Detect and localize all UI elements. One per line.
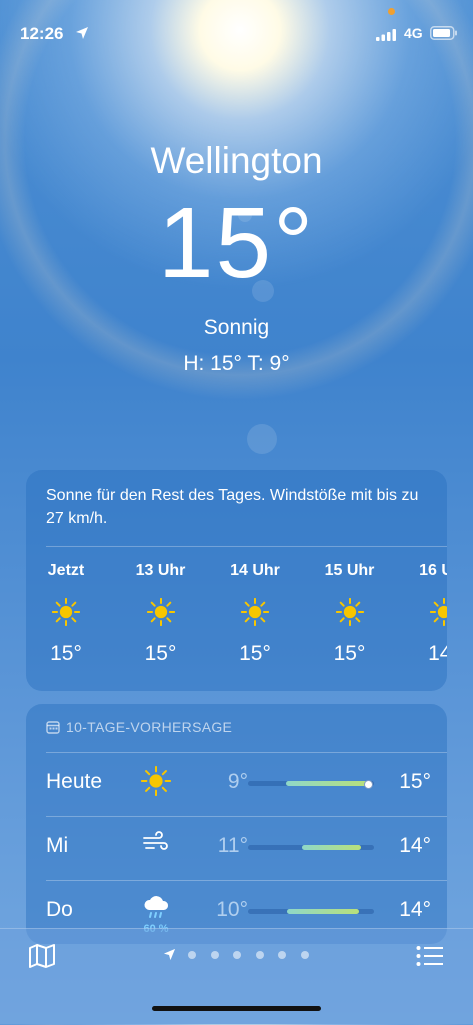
hour-temperature: 15° bbox=[50, 642, 82, 665]
temperature-range-fill bbox=[287, 909, 359, 914]
sun-icon bbox=[404, 597, 447, 627]
hourly-item: 16 Uhr 14° bbox=[404, 562, 447, 666]
page-dot[interactable] bbox=[188, 951, 196, 959]
temperature-range-bar bbox=[248, 780, 374, 789]
city-list-icon[interactable] bbox=[416, 945, 444, 972]
high-low-temperature: H: 15° T: 9° bbox=[183, 352, 290, 375]
hourly-item: 15 Uhr 15° bbox=[310, 562, 390, 666]
network-type: 4G bbox=[404, 25, 423, 41]
hourly-forecast-card[interactable]: Sonne für den Rest des Tages. Windstöße … bbox=[26, 470, 447, 691]
day-high-temp: 14° bbox=[399, 834, 431, 857]
temperature-range-bar bbox=[248, 909, 374, 914]
hourly-item: 14 Uhr 15° bbox=[215, 562, 295, 666]
calendar-icon bbox=[46, 721, 60, 734]
hour-label: 14 Uhr bbox=[230, 562, 280, 579]
home-indicator[interactable] bbox=[152, 1006, 321, 1011]
current-temperature: 15° bbox=[157, 187, 316, 299]
temperature-range-bar bbox=[248, 845, 374, 850]
page-dot[interactable] bbox=[278, 951, 287, 959]
day-low-temp: 9° bbox=[227, 770, 248, 793]
hour-temperature: 14° bbox=[428, 642, 447, 665]
status-bar: 12:26 4G bbox=[0, 8, 473, 48]
sun-icon bbox=[26, 597, 106, 627]
day-high-temp: 15° bbox=[399, 770, 431, 793]
day-label: Mi bbox=[46, 834, 69, 857]
temperature-range-fill bbox=[285, 781, 369, 786]
page-dot[interactable] bbox=[233, 951, 242, 959]
hour-temperature: 15° bbox=[333, 642, 366, 665]
day-label: Heute bbox=[46, 770, 103, 793]
battery-icon bbox=[430, 26, 458, 45]
hour-label: 13 Uhr bbox=[135, 562, 186, 579]
temperature-range-fill bbox=[302, 845, 362, 850]
wind-icon bbox=[140, 830, 172, 859]
location-indicator-dot bbox=[388, 8, 395, 15]
current-location-icon[interactable] bbox=[163, 948, 176, 966]
sun-icon bbox=[121, 597, 201, 627]
hour-label: 15 Uhr bbox=[324, 562, 375, 579]
divider bbox=[46, 546, 447, 547]
hour-temperature: 15° bbox=[239, 642, 271, 665]
current-condition: Sonnig bbox=[203, 316, 270, 339]
cellular-signal-icon bbox=[376, 28, 398, 46]
daily-forecast-card[interactable]: 10-TAGE-VORHERSAGE Heute 9° 15° Mi 11° 14… bbox=[26, 704, 447, 944]
day-low-temp: 10° bbox=[216, 898, 248, 921]
sun-icon bbox=[140, 765, 172, 801]
daily-forecast-header: 10-TAGE-VORHERSAGE bbox=[46, 719, 232, 735]
page-dot[interactable] bbox=[210, 951, 219, 959]
sun-icon bbox=[310, 597, 390, 627]
current-temp-marker bbox=[363, 780, 373, 789]
daily-forecast-title: 10-TAGE-VORHERSAGE bbox=[66, 719, 233, 735]
hourly-item: 13 Uhr 15° bbox=[121, 562, 201, 666]
forecast-summary: Sonne für den Rest des Tages. Windstöße … bbox=[46, 487, 419, 527]
hour-label: 16 Uhr bbox=[419, 562, 447, 579]
hour-label: Jetzt bbox=[47, 562, 85, 579]
day-row[interactable]: Heute 9° 15° bbox=[26, 752, 447, 814]
map-icon[interactable] bbox=[28, 943, 56, 974]
hour-temperature: 15° bbox=[144, 642, 177, 665]
city-name: Wellington bbox=[150, 140, 323, 181]
day-label: Do bbox=[46, 898, 73, 921]
day-row[interactable]: Mi 11° 14° bbox=[26, 816, 447, 878]
hourly-item: Jetzt 15° bbox=[26, 562, 106, 666]
day-low-temp: 11° bbox=[217, 834, 248, 857]
status-time: 12:26 bbox=[20, 24, 64, 43]
location-arrow-icon bbox=[75, 26, 89, 45]
page-dot[interactable] bbox=[255, 951, 264, 959]
sun-icon bbox=[215, 597, 295, 627]
page-dot[interactable] bbox=[301, 951, 309, 959]
day-high-temp: 14° bbox=[399, 898, 431, 921]
